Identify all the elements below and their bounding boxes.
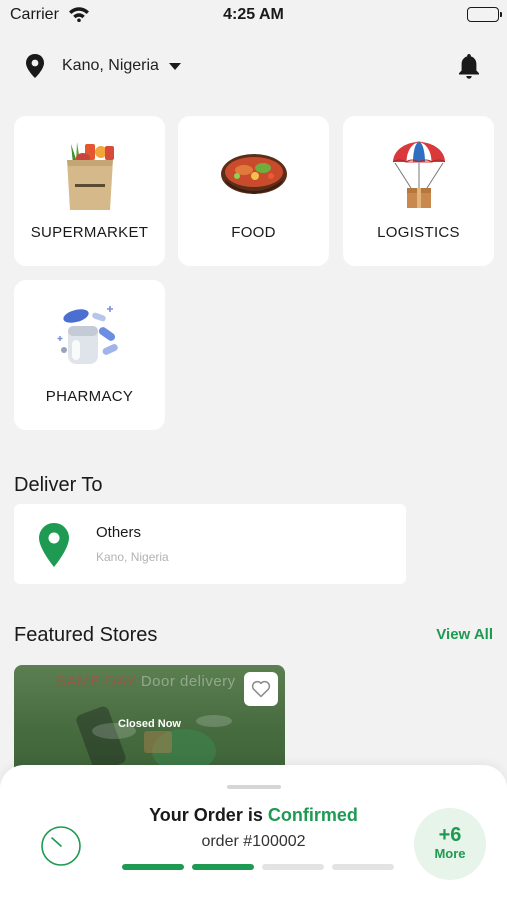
progress-step — [122, 864, 184, 870]
location-label: Kano, Nigeria — [62, 57, 159, 74]
heart-icon — [251, 680, 271, 698]
order-status-prefix: Your Order is — [149, 805, 263, 825]
address-detail: Kano, Nigeria — [96, 550, 169, 564]
category-pharmacy[interactable]: PHARMACY — [14, 280, 165, 430]
status-bar: Carrier 4:25 AM — [0, 0, 507, 30]
address-name: Others — [96, 524, 142, 541]
store-status: Closed Now — [118, 718, 181, 730]
battery-icon — [467, 7, 502, 22]
parachute-box-icon — [343, 140, 494, 212]
category-logistics[interactable]: LOGISTICS — [343, 116, 494, 266]
bell-icon[interactable] — [457, 52, 481, 80]
location-pin-icon — [24, 53, 46, 79]
more-count: +6 — [438, 824, 462, 846]
more-orders-button[interactable]: +6 More — [414, 808, 486, 880]
clock: 4:25 AM — [223, 6, 284, 23]
category-label: LOGISTICS — [377, 224, 460, 241]
progress-step — [262, 864, 324, 870]
pills-jar-icon — [14, 302, 165, 374]
grocery-bag-icon — [14, 140, 165, 212]
delivery-address-card[interactable]: Others Kano, Nigeria — [14, 504, 406, 584]
deliver-to-heading: Deliver To — [14, 474, 103, 496]
category-label: FOOD — [231, 224, 276, 241]
category-supermarket[interactable]: SUPERMARKET — [14, 116, 165, 266]
banner-highlight: SAME DAY — [56, 673, 137, 690]
featured-stores-heading: Featured Stores — [14, 624, 158, 646]
favorite-button[interactable] — [244, 672, 278, 706]
order-status-value: Confirmed — [267, 805, 358, 825]
chevron-down-icon — [168, 62, 181, 70]
progress-step — [332, 864, 394, 870]
progress-step — [192, 864, 254, 870]
store-banner: SAME DAY Door delivery — [56, 673, 236, 690]
category-label: SUPERMARKET — [30, 224, 149, 241]
category-food[interactable]: FOOD — [178, 116, 329, 266]
banner-text: Door delivery — [140, 673, 236, 690]
category-label: PHARMACY — [45, 388, 134, 405]
sheet-drag-handle[interactable] — [227, 785, 281, 789]
order-progress — [122, 864, 394, 870]
food-bowl-icon — [178, 140, 329, 212]
location-pin-icon — [38, 522, 70, 568]
location-selector[interactable]: Kano, Nigeria — [24, 52, 181, 80]
order-status-sheet[interactable]: Your Order is Confirmed order #100002 +6… — [0, 765, 507, 900]
more-label: More — [434, 846, 466, 861]
view-all-link[interactable]: View All — [436, 626, 493, 643]
